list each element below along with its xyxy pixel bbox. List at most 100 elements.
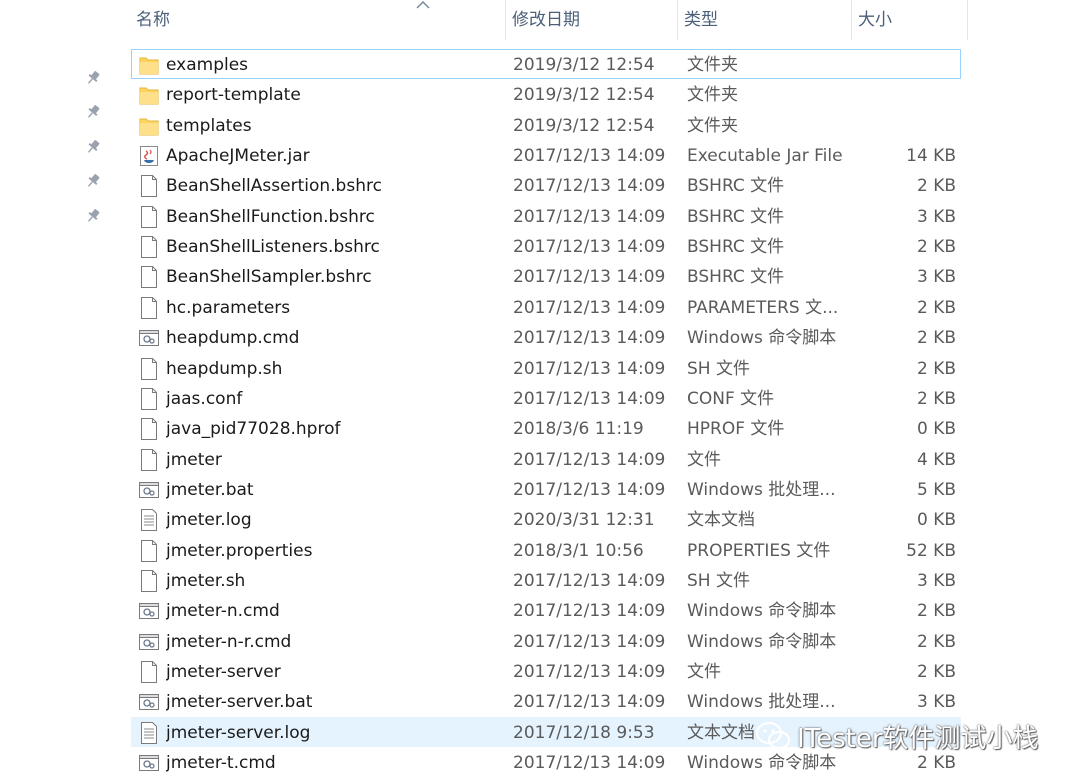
- file-name: templates: [166, 115, 252, 136]
- pin-icon[interactable]: [85, 104, 101, 120]
- file-modified-date: 2018/3/6 11:19: [513, 419, 644, 440]
- file-row[interactable]: BeanShellListeners.bshrc 2017/12/13 14:09…: [131, 231, 961, 261]
- file-name: hc.parameters: [166, 297, 291, 318]
- pin-icon[interactable]: [85, 70, 101, 86]
- folder-icon: [139, 84, 159, 106]
- file-name: jmeter-n.cmd: [166, 601, 280, 622]
- file-type: Windows 批处理...: [687, 479, 836, 500]
- file-size: 0 KB: [916, 419, 956, 440]
- column-header-size[interactable]: 大小: [852, 0, 968, 40]
- file-type: 文件夹: [687, 85, 738, 106]
- text-file-icon: [139, 721, 159, 744]
- file-type: SH 文件: [687, 570, 750, 591]
- file-modified-date: 2019/3/12 12:54: [513, 115, 655, 136]
- file-row[interactable]: jmeter-n-r.cmd 2017/12/13 14:09 Windows 命令…: [131, 626, 961, 656]
- file-modified-date: 2017/12/13 14:09: [513, 753, 666, 774]
- file-size: 0 KB: [916, 510, 956, 531]
- column-header-date-label: 修改日期: [512, 10, 580, 30]
- file-modified-date: 2017/12/13 14:09: [513, 237, 666, 258]
- file-name: jmeter-t.cmd: [166, 753, 276, 774]
- file-size: 2 KB: [916, 631, 956, 652]
- file-row[interactable]: jmeter.sh 2017/12/13 14:09 SH 文件 3 KB: [131, 565, 961, 595]
- folder-icon: [139, 54, 159, 76]
- file-row[interactable]: java_pid77028.hprof 2018/3/6 11:19 HPROF 文…: [131, 413, 961, 443]
- file-modified-date: 2017/12/13 14:09: [513, 662, 666, 682]
- file-name: heapdump.cmd: [166, 328, 300, 349]
- file-type: SH 文件: [687, 358, 750, 379]
- file-row[interactable]: jmeter-n.cmd 2017/12/13 14:09 Windows 命令脚本…: [131, 595, 961, 625]
- file-type: PROPERTIES 文件: [687, 540, 831, 561]
- file-size: 3 KB: [916, 267, 956, 288]
- file-name: jaas.conf: [166, 388, 243, 409]
- file-name: BeanShellFunction.bshrc: [166, 206, 375, 227]
- column-header-date[interactable]: 修改日期: [506, 0, 678, 40]
- wechat-logo-icon: [755, 721, 791, 750]
- file-name: jmeter.bat: [166, 479, 254, 500]
- watermark: ITester软件测试小栈: [755, 718, 1039, 754]
- file-icon: [139, 661, 159, 683]
- file-icon: [139, 296, 159, 319]
- file-type: 文件: [687, 449, 721, 470]
- file-row[interactable]: jmeter.bat 2017/12/13 14:09 Windows 批处理...…: [131, 474, 961, 504]
- folder-icon: [139, 115, 159, 137]
- column-header-type[interactable]: 类型: [678, 0, 852, 40]
- file-name: BeanShellAssertion.bshrc: [166, 176, 382, 197]
- script-icon: [139, 327, 159, 349]
- file-type: BSHRC 文件: [687, 237, 785, 258]
- pin-icon[interactable]: [85, 139, 101, 155]
- file-name: java_pid77028.hprof: [166, 419, 341, 440]
- file-name: BeanShellSampler.bshrc: [166, 267, 372, 288]
- file-modified-date: 2017/12/13 14:09: [513, 692, 666, 713]
- file-icon: [139, 418, 159, 441]
- file-row[interactable]: ApacheJMeter.jar 2017/12/13 14:09 Executab…: [131, 140, 961, 170]
- file-size: [858, 111, 956, 141]
- file-size: 14 KB: [906, 146, 956, 167]
- column-header-size-label: 大小: [858, 10, 892, 30]
- file-modified-date: 2018/3/1 10:56: [513, 540, 644, 561]
- script-icon: [139, 600, 159, 622]
- file-modified-date: 2017/12/18 9:53: [513, 722, 655, 743]
- pin-icon[interactable]: [85, 208, 101, 224]
- file-row[interactable]: BeanShellSampler.bshrc 2017/12/13 14:09 BS…: [131, 261, 961, 291]
- file-size: 2 KB: [916, 297, 956, 318]
- file-row[interactable]: report-template 2019/3/12 12:54 文件夹: [131, 79, 961, 109]
- file-row[interactable]: jmeter-server.bat 2017/12/13 14:09 Windows…: [131, 686, 961, 716]
- file-type: 文件夹: [687, 115, 738, 136]
- file-icon: [139, 448, 159, 471]
- file-size: 4 KB: [916, 449, 956, 470]
- file-name: heapdump.sh: [166, 358, 283, 379]
- file-type: Windows 命令脚本: [687, 631, 837, 652]
- file-row[interactable]: jmeter 2017/12/13 14:09 文件 4 KB: [131, 444, 961, 474]
- pin-icon[interactable]: [85, 173, 101, 189]
- file-row[interactable]: hc.parameters 2017/12/13 14:09 PARAMETERS …: [131, 292, 961, 322]
- file-row[interactable]: BeanShellFunction.bshrc 2017/12/13 14:09 B…: [131, 201, 961, 231]
- file-size: 2 KB: [916, 662, 956, 682]
- file-row[interactable]: jmeter.properties 2018/3/1 10:56 PROPERTIE…: [131, 535, 961, 565]
- file-row[interactable]: heapdump.cmd 2017/12/13 14:09 Windows 命令脚本…: [131, 322, 961, 352]
- file-row[interactable]: BeanShellAssertion.bshrc 2017/12/13 14:09…: [131, 170, 961, 200]
- file-modified-date: 2017/12/13 14:09: [513, 328, 666, 349]
- file-row[interactable]: jmeter.log 2020/3/31 12:31 文本文档 0 KB: [131, 504, 961, 534]
- column-header-type-label: 类型: [684, 10, 718, 30]
- file-name: jmeter-server.bat: [166, 692, 313, 713]
- file-icon: [139, 387, 159, 410]
- column-header-name[interactable]: 名称: [130, 0, 506, 40]
- file-type: Executable Jar File: [687, 146, 843, 167]
- file-row[interactable]: jmeter-server 2017/12/13 14:09 文件 2 KB: [131, 656, 961, 686]
- file-size: 2 KB: [916, 388, 956, 409]
- file-modified-date: 2017/12/13 14:09: [513, 358, 666, 379]
- file-size: 2 KB: [916, 328, 956, 349]
- file-row[interactable]: examples 2019/3/12 12:54 文件夹: [131, 49, 961, 79]
- file-row[interactable]: heapdump.sh 2017/12/13 14:09 SH 文件 2 KB: [131, 353, 961, 383]
- file-modified-date: 2017/12/13 14:09: [513, 570, 666, 591]
- file-size: 52 KB: [906, 540, 956, 561]
- file-size: [858, 50, 956, 80]
- file-modified-date: 2017/12/13 14:09: [513, 601, 666, 622]
- file-row[interactable]: jaas.conf 2017/12/13 14:09 CONF 文件 2 KB: [131, 383, 961, 413]
- file-icon: [139, 175, 159, 198]
- file-type: 文件夹: [687, 55, 738, 75]
- text-file-icon: [139, 509, 159, 532]
- file-name: jmeter-n-r.cmd: [166, 631, 292, 652]
- file-icon: [139, 357, 159, 380]
- file-row[interactable]: templates 2019/3/12 12:54 文件夹: [131, 110, 961, 140]
